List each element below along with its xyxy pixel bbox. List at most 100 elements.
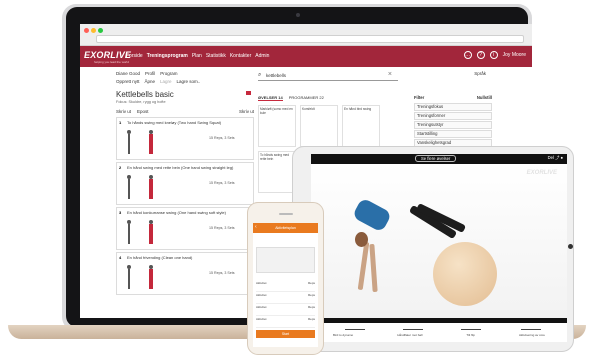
save-as-button[interactable]: Lagre som..: [177, 79, 201, 84]
filter-equipment[interactable]: Treningsutstyr: [414, 121, 492, 129]
program-toolbar: Opprett nytt Åpne Lagre Lagre som..: [116, 79, 200, 84]
user-menu[interactable]: Joy Moore: [503, 52, 526, 58]
exercise-thumb-icon[interactable]: [521, 325, 541, 332]
result-tabs: ØVELSER 14 PROGRAMMER 22: [258, 95, 324, 101]
clear-search-icon[interactable]: ×: [388, 71, 392, 78]
row-value: Reps: [307, 293, 315, 297]
result-thumb[interactable]: En hånd bird swing: [342, 105, 380, 147]
share-label: Del: [547, 155, 554, 160]
exercise-title: En hånd konkurranse swing (One hand swin…: [127, 210, 226, 215]
app-navbar: EXORLIVE helping you lead the world Fors…: [80, 46, 532, 67]
search-field[interactable]: ⌕ kettlebells ×: [258, 71, 398, 81]
program-title[interactable]: Kettlebells basic: [116, 90, 174, 99]
row-label: Aktivitet: [256, 293, 267, 297]
flag-icon: [246, 91, 251, 95]
help-icon[interactable]: ?: [476, 51, 485, 59]
row-value: Reps: [307, 317, 315, 321]
info-icon[interactable]: i: [489, 51, 498, 59]
exercise-thumb-icon[interactable]: [345, 325, 365, 332]
exercise-title: En hånd frivending (Clean one hand): [127, 255, 193, 260]
laptop-camera: [296, 13, 300, 17]
nav-admin[interactable]: Admin: [255, 53, 269, 59]
phone-row[interactable]: Aktivitet Reps: [256, 305, 315, 316]
nav-home[interactable]: Forside: [126, 53, 143, 59]
reset-filter-link[interactable]: Nullstill: [477, 95, 492, 100]
print-button[interactable]: Skriv ut: [116, 109, 131, 114]
close-dot-icon[interactable]: [84, 28, 89, 33]
language-selector[interactable]: Språk: [474, 71, 486, 76]
tablet-screen: Se flere øvelser Del ⤴ ● EXORLIVE Bird t…: [311, 154, 567, 342]
muscle-figure-icon: [147, 265, 155, 289]
more-exercises-button[interactable]: Se flere øvelser: [415, 155, 457, 162]
brand-tagline: helping you lead the world: [94, 60, 129, 64]
exercise-thumb-icon[interactable]: [403, 325, 423, 332]
maximize-dot-icon[interactable]: [98, 28, 103, 33]
exercise-card[interactable]: 2 En hånd swing med rette bein (One hand…: [116, 162, 254, 205]
arm-right: [369, 243, 378, 293]
phone-video[interactable]: [256, 247, 315, 273]
phone-row[interactable]: Aktivitet Reps: [256, 317, 315, 328]
chat-icon[interactable]: …: [463, 51, 472, 59]
profile-link[interactable]: Profil: [145, 71, 155, 76]
row-value: Reps: [307, 281, 315, 285]
strip-captions: Bird to dynamo Håndflater mot ball Tilt …: [311, 333, 567, 337]
minimize-dot-icon[interactable]: [91, 28, 96, 33]
tab-exercises[interactable]: ØVELSER 14: [258, 95, 283, 101]
nav-programs[interactable]: Treningsprogram: [147, 53, 188, 59]
brand-logo[interactable]: EXORLIVE: [84, 50, 131, 60]
exercise-figures: [125, 220, 155, 244]
exercise-number: 2: [119, 165, 122, 170]
save-button[interactable]: Lagre: [160, 79, 172, 84]
exercise-figures: [125, 130, 155, 154]
muscle-figure-icon: [147, 175, 155, 199]
filter-training-focus[interactable]: Treningsfokus: [414, 103, 492, 111]
start-button[interactable]: Start: [256, 330, 315, 338]
browser-chrome: [80, 24, 532, 46]
result-thumb[interactable]: To hånds swing med rette bein: [258, 151, 296, 193]
exercise-figure-icon: [125, 220, 133, 244]
nav-plan[interactable]: Plan: [192, 53, 202, 59]
exercise-title: To hånds swing med kneløy (Two hand Swin…: [127, 120, 222, 125]
video-controls[interactable]: [311, 318, 567, 323]
filter-start-position[interactable]: Startstilling: [414, 130, 492, 138]
result-thumb[interactable]: Korsfeldt: [300, 105, 338, 147]
nav-statistics[interactable]: Statistikk: [206, 53, 226, 59]
email-button[interactable]: Epost: [137, 109, 149, 114]
address-bar[interactable]: [96, 35, 524, 43]
home-button-icon[interactable]: [568, 244, 573, 249]
exercise-number: 3: [119, 210, 122, 215]
program-focus: Fokus: Skuldre, rygg og hofte: [116, 100, 166, 104]
exercise-list: 1 To hånds swing med kneløy (Two hand Sw…: [116, 117, 254, 297]
exercise-card[interactable]: 3 En hånd konkurranse swing (One hand sw…: [116, 207, 254, 250]
exercise-figure-icon: [125, 175, 133, 199]
tab-programs[interactable]: PROGRAMMER 22: [289, 95, 324, 101]
exercise-figure-icon: [125, 130, 133, 154]
exercise-video[interactable]: EXORLIVE: [311, 164, 567, 318]
exercise-card[interactable]: 1 To hånds swing med kneløy (Two hand Sw…: [116, 117, 254, 160]
client-selector[interactable]: Diane Good: [116, 71, 140, 76]
exercise-thumb-icon[interactable]: [461, 325, 481, 332]
tablet-topbar: Se flere øvelser Del ⤴ ●: [311, 154, 567, 164]
arm-left: [357, 241, 370, 291]
row-label: Aktivitet: [256, 317, 267, 321]
filter-training-forms[interactable]: Treningsformer: [414, 112, 492, 120]
exercise-meta: 15 Reps, 3 Sets: [209, 271, 235, 275]
exercise-figures: [125, 265, 155, 289]
share-button[interactable]: Del ⤴ ●: [548, 155, 563, 161]
program-menu[interactable]: Program: [160, 71, 177, 76]
muscle-figure-icon: [147, 130, 155, 154]
phone-row[interactable]: Aktivitet Reps: [256, 293, 315, 304]
open-button[interactable]: Åpne: [145, 79, 156, 84]
nav-contacts[interactable]: Kontakter: [230, 53, 251, 59]
create-new-button[interactable]: Opprett nytt: [116, 79, 140, 84]
print-right-button[interactable]: Skriv ut: [239, 109, 254, 114]
phone-row[interactable]: Aktivitet Reps: [256, 281, 315, 292]
exercise-strip: Bird to dynamo Håndflater mot ball Tilt …: [311, 318, 567, 342]
row-value: Reps: [307, 305, 315, 309]
exercise-ball: [433, 242, 497, 306]
nav-right-tools: … ? i Joy Moore: [463, 51, 526, 59]
exercise-card[interactable]: 4 En hånd frivending (Clean one hand) 15…: [116, 252, 254, 295]
exercise-number: 1: [119, 120, 122, 125]
search-icon: ⌕: [258, 72, 262, 78]
result-thumb[interactable]: Markløft (sumo med en kule: [258, 105, 296, 147]
